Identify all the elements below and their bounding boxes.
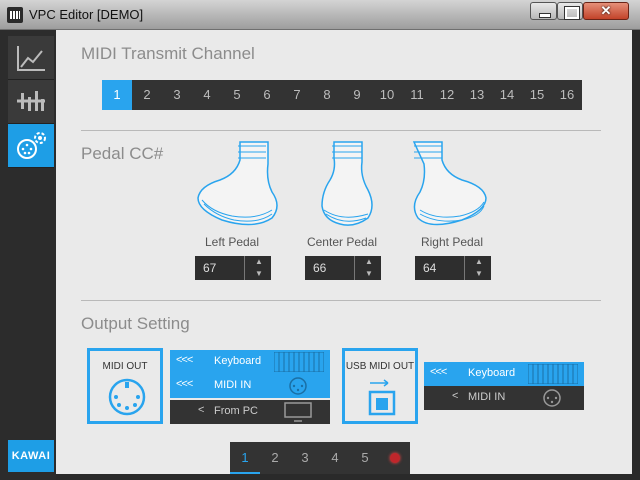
page-button-2[interactable]: 2 [260, 442, 290, 474]
usb-port-icon [368, 379, 396, 416]
midi-out-route-keyboard[interactable]: <<< Keyboard [170, 350, 330, 374]
channel-button-15[interactable]: 15 [522, 80, 552, 110]
main-content: MIDI Transmit Channel 1 2 3 4 5 6 7 8 9 … [56, 30, 632, 474]
sidebar-item-velocity-curve[interactable] [8, 36, 54, 80]
usb-midi-out-route-keyboard[interactable]: <<< Keyboard [424, 362, 584, 386]
record-indicator-icon[interactable] [380, 442, 410, 474]
channel-button-1[interactable]: 1 [102, 80, 132, 110]
route-arrows: <<< [176, 354, 193, 366]
monitor-icon [284, 402, 312, 422]
app-icon [7, 7, 23, 23]
channel-button-3[interactable]: 3 [162, 80, 192, 110]
decrement-button[interactable]: ▼ [247, 268, 271, 280]
increment-button[interactable]: ▲ [357, 256, 381, 268]
midi-channel-selector: 1 2 3 4 5 6 7 8 9 10 11 12 13 14 15 16 [102, 80, 582, 110]
right-pedal-cc-input[interactable]: 64 [415, 256, 465, 280]
section-divider [81, 300, 601, 301]
right-pedal-cc-spinner: 64 ▲ ▼ [415, 256, 491, 280]
decrement-button[interactable]: ▼ [467, 268, 491, 280]
page-button-5[interactable]: 5 [350, 442, 380, 474]
route-arrows: <<< [176, 378, 193, 390]
route-arrows: < [198, 404, 205, 416]
maximize-button[interactable] [557, 2, 583, 20]
window-frame-right [632, 30, 640, 480]
app-window: VPC Editor [DEMO] ✕ KAWAI MIDI Transmit … [0, 0, 640, 480]
channel-button-6[interactable]: 6 [252, 80, 282, 110]
route-label: Keyboard [214, 355, 262, 367]
close-button[interactable]: ✕ [583, 2, 629, 20]
left-pedal-icon [192, 140, 292, 232]
center-pedal-cc-input[interactable]: 66 [305, 256, 355, 280]
usb-midi-out-box[interactable]: USB MIDI OUT [342, 348, 418, 424]
route-label: MIDI IN [468, 391, 506, 403]
keyboard-icon [274, 352, 324, 372]
route-arrows: < [452, 390, 459, 402]
minimize-button[interactable] [530, 2, 557, 20]
left-pedal-cc-spinner: 67 ▲ ▼ [195, 256, 271, 280]
channel-button-12[interactable]: 12 [432, 80, 462, 110]
midi-channel-title: MIDI Transmit Channel [81, 44, 255, 63]
increment-button[interactable]: ▲ [467, 256, 491, 268]
channel-button-8[interactable]: 8 [312, 80, 342, 110]
channel-button-2[interactable]: 2 [132, 80, 162, 110]
page-button-4[interactable]: 4 [320, 442, 350, 474]
route-label: MIDI IN [214, 379, 252, 391]
sidebar: KAWAI [0, 30, 56, 480]
velocity-curve-icon [17, 46, 45, 71]
channel-button-13[interactable]: 13 [462, 80, 492, 110]
channel-button-5[interactable]: 5 [222, 80, 252, 110]
usb-midi-out-label: USB MIDI OUT [345, 361, 415, 372]
midi-din-icon [289, 377, 307, 395]
right-pedal-label: Right Pedal [420, 235, 484, 249]
increment-button[interactable]: ▲ [247, 256, 271, 268]
route-label: From PC [214, 405, 258, 417]
center-pedal-icon [302, 140, 402, 232]
route-arrows: <<< [430, 366, 447, 378]
center-pedal-cc-spinner: 66 ▲ ▼ [305, 256, 381, 280]
channel-button-9[interactable]: 9 [342, 80, 372, 110]
channel-button-10[interactable]: 10 [372, 80, 402, 110]
center-pedal-label: Center Pedal [306, 235, 378, 249]
decrement-button[interactable]: ▼ [357, 268, 381, 280]
kawai-logo: KAWAI [8, 440, 54, 472]
close-icon: ✕ [600, 3, 612, 18]
channel-button-14[interactable]: 14 [492, 80, 522, 110]
right-pedal-icon [412, 140, 512, 232]
sidebar-item-touch-settings[interactable] [8, 80, 54, 124]
window-frame-bottom [56, 474, 632, 480]
midi-out-route-midi-in[interactable]: <<< MIDI IN [170, 374, 330, 398]
left-pedal-cc-input[interactable]: 67 [195, 256, 245, 280]
sidebar-item-midi-settings[interactable] [8, 124, 54, 168]
channel-button-11[interactable]: 11 [402, 80, 432, 110]
pedal-cc-title: Pedal CC# [81, 144, 164, 163]
page-button-1[interactable]: 1 [230, 442, 260, 474]
keyboard-icon [528, 364, 578, 384]
output-setting-title: Output Setting [81, 314, 190, 333]
section-divider [81, 130, 601, 131]
window-title: VPC Editor [DEMO] [29, 7, 144, 22]
channel-button-4[interactable]: 4 [192, 80, 222, 110]
midi-out-box[interactable]: MIDI OUT [87, 348, 163, 424]
midi-din-icon [543, 389, 561, 407]
midi-out-label: MIDI OUT [102, 361, 148, 372]
midi-din-icon [108, 378, 146, 416]
touch-settings-icon [17, 91, 45, 111]
page-button-3[interactable]: 3 [290, 442, 320, 474]
left-pedal-label: Left Pedal [204, 235, 260, 249]
title-bar: VPC Editor [DEMO] ✕ [0, 0, 640, 30]
page-selector: 1 2 3 4 5 [230, 442, 410, 474]
route-label: Keyboard [468, 367, 516, 379]
channel-button-16[interactable]: 16 [552, 80, 582, 110]
channel-button-7[interactable]: 7 [282, 80, 312, 110]
usb-midi-out-route-midi-in[interactable]: < MIDI IN [424, 386, 584, 410]
midi-out-route-from-pc[interactable]: < From PC [170, 400, 330, 424]
midi-settings-icon [17, 132, 46, 159]
